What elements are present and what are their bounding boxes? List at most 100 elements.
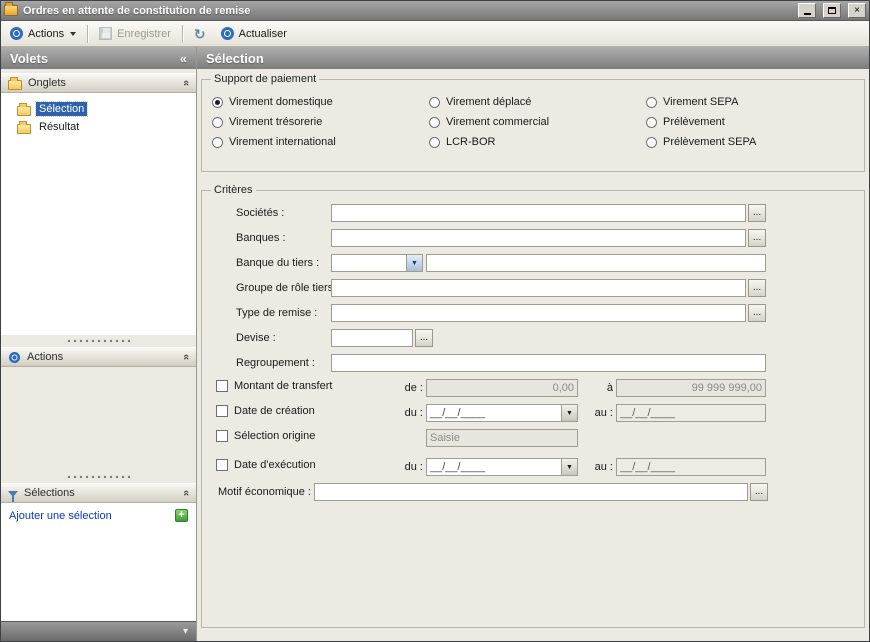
radio-icon [212, 137, 223, 148]
section-actions[interactable]: Actions « [1, 347, 196, 367]
radio-icon [646, 97, 657, 108]
add-selection-link[interactable]: Ajouter une sélection [9, 510, 112, 522]
row-regroupement: Regroupement : [210, 354, 856, 372]
chevron-up-icon[interactable]: « [180, 354, 192, 360]
chevron-up-icon[interactable]: « [180, 490, 192, 496]
date-creation-du-select[interactable]: __/__/____ ▼ [426, 404, 578, 422]
sidebar-splitter[interactable] [1, 335, 196, 347]
sidebar-bottom-bar[interactable]: ▾ [1, 621, 196, 641]
radio-label: Virement commercial [446, 116, 549, 128]
chevron-down-icon: ▾ [183, 626, 188, 637]
banque-tiers-input[interactable] [426, 254, 766, 272]
date-creation-au-input[interactable] [616, 404, 766, 422]
sidebar: Volets « Onglets « Sélection Résultat [1, 47, 197, 641]
sidebar-header: Volets « [1, 47, 196, 69]
radio-label: Prélèvement [663, 116, 725, 128]
type-remise-browse-button[interactable]: ... [748, 304, 766, 322]
radio-virement-domestique[interactable]: Virement domestique [212, 95, 429, 109]
date-execution-au-label: au : [568, 461, 613, 473]
radio-prelevement[interactable]: Prélèvement [646, 115, 856, 129]
radio-prelevement-sepa[interactable]: Prélèvement SEPA [646, 135, 856, 149]
filter-icon [8, 491, 18, 497]
date-execution-label: Date d'exécution [234, 459, 316, 471]
selection-origine-checkbox[interactable]: Sélection origine [216, 430, 315, 442]
sidebar-splitter[interactable] [1, 471, 196, 483]
regroupement-input[interactable] [331, 354, 766, 372]
tree-item-selection[interactable]: Sélection [17, 100, 196, 118]
radio-label: Virement SEPA [663, 96, 738, 108]
row-groupe-role: Groupe de rôle tiers : ... [210, 279, 856, 297]
maximize-icon [828, 7, 836, 14]
date-creation-du-value: __/__/____ [427, 405, 561, 421]
date-creation-label: Date de création [234, 405, 315, 417]
radio-label: Virement trésorerie [229, 116, 322, 128]
save-button[interactable]: Enregistrer [95, 25, 175, 42]
refresh-tool-button[interactable]: ↻ [190, 25, 210, 43]
groupe-role-browse-button[interactable]: ... [748, 279, 766, 297]
selection-origine-input [426, 429, 578, 447]
window-title: Ordres en attente de constitution de rem… [23, 5, 791, 17]
actualiser-button[interactable]: Actualiser [217, 25, 291, 42]
montant-checkbox[interactable]: Montant de transfert [216, 380, 332, 392]
actualiser-label: Actualiser [239, 28, 287, 40]
montant-label: Montant de transfert [234, 380, 332, 392]
checkbox-icon [216, 430, 228, 442]
date-execution-du-select[interactable]: __/__/____ ▼ [426, 458, 578, 476]
section-selections[interactable]: Sélections « [1, 483, 196, 503]
societes-input[interactable] [331, 204, 746, 222]
radio-virement-sepa[interactable]: Virement SEPA [646, 95, 856, 109]
motif-input[interactable] [314, 483, 748, 501]
maximize-button[interactable] [823, 3, 841, 18]
banques-browse-button[interactable]: ... [748, 229, 766, 247]
page-title: Sélection [206, 51, 264, 66]
banques-input[interactable] [331, 229, 746, 247]
onglets-label: Onglets [28, 77, 66, 89]
devise-browse-button[interactable]: ... [415, 329, 433, 347]
actions-menu-button[interactable]: Actions [6, 25, 80, 42]
main-toolbar: Actions Enregistrer ↻ Actualiser [1, 21, 869, 47]
support-paiement-legend: Support de paiement [211, 73, 319, 85]
radio-icon [212, 117, 223, 128]
splitter-dots-icon [66, 339, 132, 343]
add-selection-button[interactable]: + [175, 509, 188, 522]
radio-virement-deplace[interactable]: Virement déplacé [429, 95, 646, 109]
type-remise-input[interactable] [331, 304, 746, 322]
radio-icon [646, 117, 657, 128]
close-button[interactable]: × [848, 3, 866, 18]
radio-virement-commercial[interactable]: Virement commercial [429, 115, 646, 129]
banque-tiers-select[interactable]: ▼ [331, 254, 423, 272]
montant-a-label: à [568, 382, 613, 394]
date-execution-au-input[interactable] [616, 458, 766, 476]
date-execution-checkbox[interactable]: Date d'exécution [216, 459, 316, 471]
societes-browse-button[interactable]: ... [748, 204, 766, 222]
folder-icon [17, 124, 31, 134]
date-creation-du-label: du : [378, 407, 423, 419]
row-date-execution: Date d'exécution du : __/__/____ ▼ au : [210, 458, 856, 476]
radio-virement-tresorerie[interactable]: Virement trésorerie [212, 115, 429, 129]
tree-item-resultat[interactable]: Résultat [17, 118, 196, 136]
radio-virement-international[interactable]: Virement international [212, 135, 429, 149]
regroupement-label: Regroupement : [236, 357, 315, 369]
refresh-icon: ↻ [194, 27, 206, 41]
save-icon [99, 27, 112, 40]
save-label: Enregistrer [117, 28, 171, 40]
groupe-role-input[interactable] [331, 279, 746, 297]
groupe-role-label: Groupe de rôle tiers : [236, 282, 339, 294]
radio-label: LCR-BOR [446, 136, 496, 148]
selection-origine-label: Sélection origine [234, 430, 315, 442]
date-execution-du-value: __/__/____ [427, 459, 561, 475]
minimize-button[interactable] [798, 3, 816, 18]
date-creation-checkbox[interactable]: Date de création [216, 405, 315, 417]
dropdown-arrow-icon[interactable]: ▼ [406, 255, 422, 271]
main-panel: Sélection Support de paiement Virement d… [197, 47, 869, 641]
folder-icon [8, 80, 22, 90]
devise-input[interactable] [331, 329, 413, 347]
societes-label: Sociétés : [236, 207, 284, 219]
radio-lcr-bor[interactable]: LCR-BOR [429, 135, 646, 149]
chevron-up-icon[interactable]: « [180, 80, 192, 86]
splitter-dots-icon [66, 475, 132, 479]
motif-browse-button[interactable]: ... [750, 483, 768, 501]
body-row: Volets « Onglets « Sélection Résultat [1, 47, 869, 641]
collapse-sidebar-button[interactable]: « [180, 51, 187, 66]
section-onglets[interactable]: Onglets « [1, 73, 196, 93]
